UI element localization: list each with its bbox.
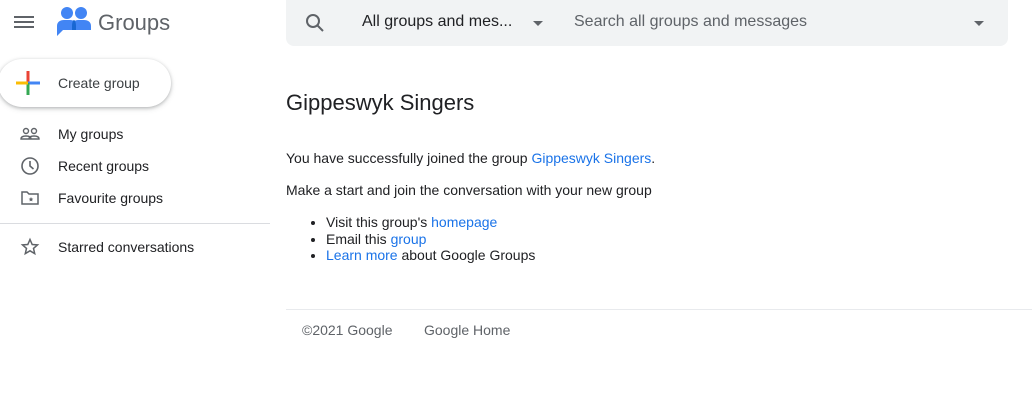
search-options-arrow-icon[interactable]: [974, 21, 984, 26]
groups-logo-icon: [57, 6, 91, 43]
sidebar-item-recent-groups[interactable]: Recent groups: [0, 150, 270, 182]
sidebar-divider: [0, 223, 270, 224]
sidebar-item-label: Recent groups: [58, 158, 150, 174]
joined-prefix: You have successfully joined the group: [286, 150, 532, 166]
list-item: Visit this group's homepage: [326, 214, 535, 231]
main-menu-button[interactable]: [14, 13, 34, 31]
group-link[interactable]: Gippeswyk Singers: [531, 150, 651, 166]
next-steps-list: Visit this group's homepage Email this g…: [326, 214, 535, 264]
intro-text: Make a start and join the conversation w…: [286, 182, 652, 198]
page-title: Gippeswyk Singers: [286, 90, 475, 115]
search-bar: All groups and mes... Search all groups …: [286, 0, 1008, 46]
folder-star-icon: [21, 191, 39, 205]
learn-more-link[interactable]: Learn more: [326, 247, 398, 263]
app-name[interactable]: Groups: [98, 10, 170, 36]
people-icon: [20, 127, 40, 140]
scope-dropdown-arrow-icon[interactable]: [533, 21, 543, 26]
clock-icon: [21, 157, 39, 175]
search-scope-dropdown[interactable]: All groups and mes...: [362, 13, 512, 31]
sidebar-item-label: My groups: [58, 126, 124, 142]
search-input[interactable]: Search all groups and messages: [574, 13, 807, 31]
homepage-link[interactable]: homepage: [431, 214, 497, 230]
search-icon[interactable]: [305, 13, 325, 33]
sidebar-item-starred-conversations[interactable]: Starred conversations: [0, 231, 270, 263]
list-item: Email this group: [326, 231, 535, 248]
plus-icon: [16, 71, 40, 100]
star-icon: [20, 237, 40, 256]
footer-divider: [286, 309, 1032, 310]
email-group-link[interactable]: group: [391, 231, 427, 247]
list-text: about Google Groups: [397, 247, 536, 263]
list-item: Learn more about Google Groups: [326, 247, 535, 264]
list-text: Visit this group's: [326, 214, 432, 230]
google-home-link[interactable]: Google Home: [424, 322, 510, 338]
create-group-button[interactable]: Create group: [0, 59, 171, 107]
sidebar-item-my-groups[interactable]: My groups: [0, 118, 270, 150]
sidebar-item-label: Favourite groups: [58, 190, 164, 206]
footer-copyright: ©2021 Google: [302, 322, 393, 338]
joined-suffix: .: [651, 150, 656, 166]
create-group-label: Create group: [58, 75, 140, 91]
sidebar-item-favourite-groups[interactable]: Favourite groups: [0, 182, 270, 214]
list-text: Email this: [326, 230, 391, 247]
sidebar-item-label: Starred conversations: [58, 239, 195, 255]
joined-message: You have successfully joined the group G…: [286, 150, 655, 166]
